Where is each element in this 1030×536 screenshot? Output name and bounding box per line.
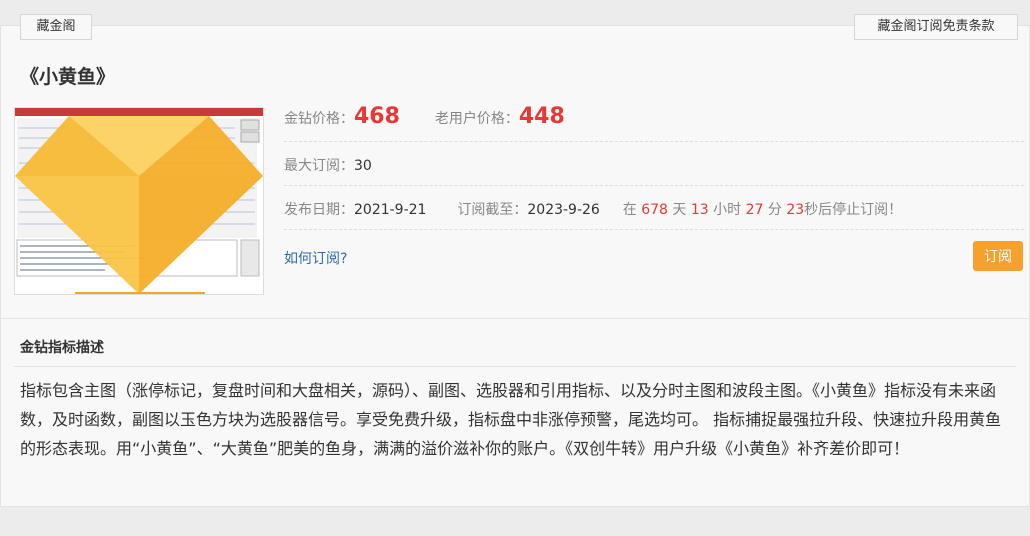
description-heading: 金钻指标描述: [20, 340, 104, 356]
product-screenshot: [14, 107, 264, 295]
countdown-minutes-unit: 分: [767, 202, 782, 218]
countdown-seconds: 23: [786, 202, 805, 218]
old-user-price-label: 老用户价格：: [434, 111, 519, 127]
countdown: 在 678 天 13 小时 27 分 23秒后停止订阅！: [623, 202, 902, 218]
section-separator: [0, 318, 1030, 319]
old-user-price-value: 448: [518, 104, 565, 129]
countdown-minutes: 27: [745, 202, 764, 218]
how-to-subscribe-link[interactable]: 如何订阅?: [284, 248, 347, 268]
divider: [284, 185, 1024, 186]
release-label: 发布日期：: [284, 202, 354, 218]
date-row: 发布日期：2021-9-21 订阅截至：2023-9-26 在 678 天 13…: [284, 199, 1024, 219]
max-sub-row: 最大订阅：30: [284, 155, 1024, 175]
product-title: 《小黄鱼》: [20, 66, 116, 88]
countdown-hours: 13: [690, 202, 709, 218]
description-underline: [14, 366, 1016, 367]
deadline-label: 订阅截至：: [457, 202, 528, 218]
deadline-date: 2023-9-26: [527, 202, 600, 218]
price-row: 金钻价格：468 老用户价格：448: [284, 104, 1024, 129]
divider: [284, 141, 1024, 142]
countdown-days-unit: 天: [672, 202, 687, 218]
release-date: 2021-9-21: [354, 202, 427, 218]
price-value: 468: [354, 104, 400, 129]
site-tag[interactable]: 藏金阁: [20, 14, 92, 40]
max-sub-value: 30: [354, 158, 372, 174]
countdown-hours-unit: 小时: [713, 202, 742, 218]
max-sub-label: 最大订阅：: [284, 158, 354, 174]
countdown-days: 678: [641, 202, 668, 218]
price-label: 金钻价格：: [284, 111, 354, 127]
disclaimer-link[interactable]: 藏金阁订阅免责条款: [854, 14, 1018, 40]
countdown-prefix: 在: [622, 202, 637, 218]
divider: [284, 229, 1024, 230]
subscribe-button[interactable]: 订阅: [973, 241, 1023, 271]
countdown-suffix: 秒后停止订阅！: [804, 202, 903, 218]
description-body: 指标包含主图（涨停标记，复盘时间和大盘相关，源码）、副图、选股器和引用指标、以及…: [20, 381, 1002, 458]
